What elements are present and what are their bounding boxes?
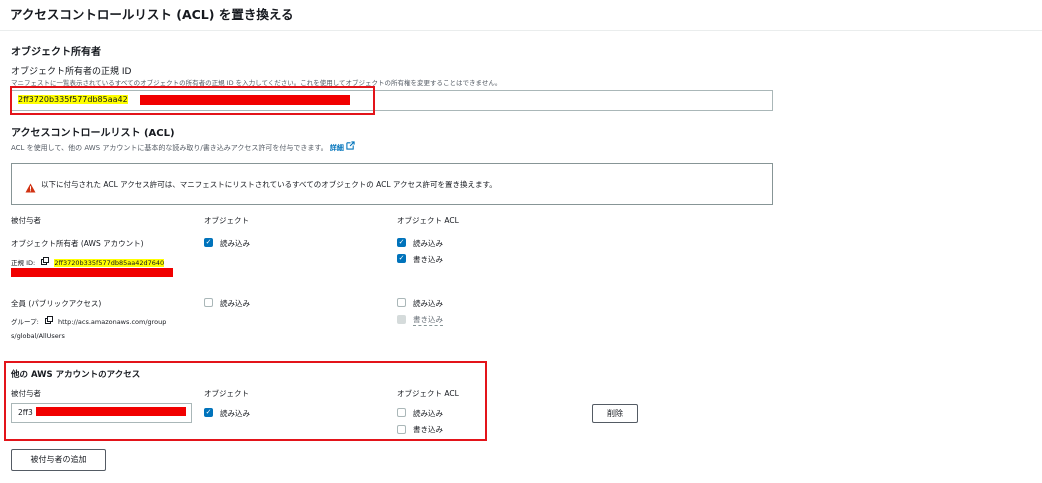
redaction-mark <box>36 407 186 416</box>
owner-canonical-id: 2ff3720b335f577db85aa42d7640 <box>54 259 165 267</box>
public-acl-write-checkbox <box>397 315 406 324</box>
other-object-acl-header: オブジェクト ACL <box>397 389 459 398</box>
warning-alert: 以下に付与された ACL アクセス許可は、マニフェストにリストされているすべての… <box>11 163 773 205</box>
owner-object-read-checkbox[interactable]: ✓ <box>204 238 213 247</box>
group-label: グループ: <box>11 318 39 326</box>
col-object-acl-header: オブジェクト ACL <box>397 216 459 225</box>
public-acl-read-checkbox[interactable] <box>397 298 406 307</box>
other-object-read-checkbox[interactable]: ✓ <box>204 408 213 417</box>
owner-acl-read-label: 読み込み <box>413 239 443 248</box>
add-grantee-button[interactable]: 被付与者の追加 <box>11 449 106 471</box>
acl-description: ACL を使用して、他の AWS アカウントに基本的な読み取り/書き込みアクセス… <box>11 141 355 153</box>
group-uri-line2: s/global/AllUsers <box>11 332 65 340</box>
other-grantee-value: 2ff3 <box>18 408 33 417</box>
owner-id-label: オブジェクト所有者の正規 ID <box>11 67 132 77</box>
public-object-read-label: 読み込み <box>220 299 250 308</box>
group-uri-line1: http://acs.amazonaws.com/group <box>57 318 167 326</box>
owner-row-name: オブジェクト所有者 (AWS アカウント) <box>11 239 144 248</box>
owner-row-id: 正規 ID: 2ff3720b335f577db85aa42d7640 <box>11 257 165 267</box>
copy-icon[interactable] <box>41 257 51 267</box>
other-account-section-title: 他の AWS アカウントのアクセス <box>11 370 141 380</box>
col-grantee-header: 被付与者 <box>11 216 41 225</box>
other-grantee-input[interactable]: 2ff3 <box>11 403 192 423</box>
public-acl-read-label: 読み込み <box>413 299 443 308</box>
annotation-box-owner <box>10 86 375 115</box>
other-acl-write-checkbox[interactable] <box>397 425 406 434</box>
owner-object-read-label: 読み込み <box>220 239 250 248</box>
col-object-header: オブジェクト <box>204 216 249 225</box>
public-object-read-checkbox[interactable] <box>204 298 213 307</box>
other-acl-write-label: 書き込み <box>413 425 443 434</box>
warning-text: 以下に付与された ACL アクセス許可は、マニフェストにリストされているすべての… <box>41 180 497 189</box>
other-grantee-label: 被付与者 <box>11 389 41 398</box>
acl-section-title: アクセスコントロールリスト (ACL) <box>11 128 175 139</box>
owner-acl-write-checkbox[interactable]: ✓ <box>397 254 406 263</box>
public-group-line: グループ: http://acs.amazonaws.com/group <box>11 316 166 326</box>
copy-icon[interactable] <box>44 316 55 326</box>
other-acl-read-label: 読み込み <box>413 409 443 418</box>
public-row-name: 全員 (パブリックアクセス) <box>11 299 102 308</box>
acl-info-link[interactable]: 詳細 <box>330 144 344 152</box>
owner-acl-read-checkbox[interactable]: ✓ <box>397 238 406 247</box>
owner-section-title: オブジェクト所有者 <box>11 47 101 58</box>
owner-acl-write-label: 書き込み <box>413 255 443 264</box>
page-title: アクセスコントロールリスト (ACL) を置き換える <box>10 7 294 22</box>
other-object-read-label: 読み込み <box>220 409 250 418</box>
public-acl-write-label: 書き込み <box>413 315 443 326</box>
other-acl-read-checkbox[interactable] <box>397 408 406 417</box>
external-link-icon <box>346 141 355 152</box>
other-object-header: オブジェクト <box>204 389 249 398</box>
remove-button[interactable]: 削除 <box>592 404 638 423</box>
canonical-id-label: 正規 ID: <box>11 259 36 267</box>
acl-description-text: ACL を使用して、他の AWS アカウントに基本的な読み取り/書き込みアクセス… <box>11 144 328 152</box>
redaction-mark <box>11 268 173 277</box>
warning-icon <box>25 178 36 197</box>
